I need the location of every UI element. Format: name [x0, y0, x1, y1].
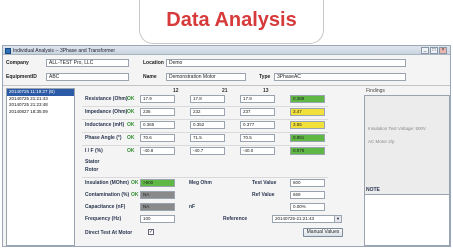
manual-values-button[interactable]: Manual Values — [303, 228, 343, 237]
findings-box: Insulation Test Voltage: 500V AC Motor 2… — [364, 95, 450, 195]
column-header-13: 13 — [263, 88, 269, 94]
inductance-label: Inductance (mH) — [85, 122, 125, 128]
meg-ohm-label: Meg Ohm — [189, 180, 212, 186]
phase-angle-21[interactable]: 71.5 — [190, 134, 225, 142]
finding-item: AC Motor 2/p — [368, 139, 395, 144]
contamination-label: Contamination (%) — [85, 192, 130, 198]
phase-angle-diff: 0.951 — [290, 134, 325, 142]
frequency-field[interactable]: 100 — [140, 215, 175, 223]
list-item[interactable]: 20140827 18:35:09 — [7, 109, 74, 116]
stator-label: Stator — [85, 159, 100, 165]
reference-dropdown[interactable]: 20140725-21:21:43 ▼ — [272, 215, 342, 223]
chevron-down-icon[interactable]: ▼ — [334, 216, 341, 222]
percent-field: 0.00% — [290, 203, 325, 211]
i-f-21[interactable]: -40.7 — [190, 147, 225, 155]
resistance-12[interactable]: 17.9 — [140, 95, 175, 103]
location-field[interactable]: Demo — [166, 59, 406, 67]
phase-angle-13[interactable]: 70.5 — [240, 134, 275, 142]
phase-angle-label: Phase Angle (°) — [85, 135, 122, 141]
type-field[interactable]: 3PhaseAC — [274, 73, 406, 81]
ref-value-label: Ref Value — [252, 192, 275, 198]
capacitance-value: NA — [140, 203, 175, 211]
divider — [82, 132, 328, 133]
inductance-diff: 3.55 — [290, 121, 325, 129]
app-icon — [5, 47, 11, 54]
findings-title: Findings — [366, 88, 385, 94]
inductance-12[interactable]: 0.365 — [140, 121, 175, 129]
test-value-label: Test Value — [252, 180, 277, 186]
insulation-value: >500 — [140, 179, 175, 187]
resistance-label: Resistance (Ohm) — [85, 96, 128, 102]
phase-angle-12[interactable]: 70.6 — [140, 134, 175, 142]
test-value-field[interactable]: 600 — [290, 179, 325, 187]
equipment-header: Company ALL-TEST Pro, LLC Location Demo … — [3, 56, 450, 86]
divider — [82, 106, 328, 107]
i-f-ok: OK — [127, 148, 135, 154]
reference-value: 20140725-21:21:43 — [275, 216, 315, 221]
reference-label: Reference — [223, 216, 248, 222]
direct-test-label: Direct Test At Motor — [85, 230, 133, 236]
resistance-13[interactable]: 17.9 — [240, 95, 275, 103]
divider — [82, 177, 328, 178]
type-label: Type — [259, 74, 271, 80]
name-field[interactable]: Demonstration Motor — [166, 73, 246, 81]
impedance-label: Impedance (Ohm) — [85, 109, 128, 115]
nf-label: nF — [189, 204, 196, 210]
window-title: Individual Analysis -- 3Phase and Transf… — [13, 47, 115, 54]
column-header-12: 12 — [173, 88, 179, 94]
right-pane: Findings Insulation Test Voltage: 500V A… — [364, 88, 450, 246]
resistance-diff: 0.389 — [290, 95, 325, 103]
frequency-label: Frequency (Hz) — [85, 216, 122, 222]
contamination-value: NA — [140, 191, 175, 199]
impedance-12[interactable]: 236 — [140, 108, 175, 116]
direct-test-checkbox[interactable]: ✓ — [148, 229, 154, 235]
capacitance-label: Capacitance (nF) — [85, 204, 126, 210]
i-f-13[interactable]: -40.0 — [240, 147, 275, 155]
ref-value-field[interactable]: 669 — [290, 191, 325, 199]
rotor-label: Rotor — [85, 167, 99, 173]
column-header-21: 21 — [222, 88, 228, 94]
measurement-panel: 12 21 13 Resistance (Ohm) OK 17.9 17.8 1… — [77, 88, 361, 246]
divider — [82, 119, 328, 120]
phase-angle-ok: OK — [127, 135, 135, 141]
test-date-list[interactable]: 20140725 11:19:27 (B) 20140725 21:21:43 … — [6, 88, 75, 246]
note-textarea[interactable] — [364, 194, 450, 246]
resistance-21[interactable]: 17.8 — [190, 95, 225, 103]
impedance-ok: OK — [127, 109, 135, 115]
i-f-12[interactable]: -40.8 — [140, 147, 175, 155]
impedance-21[interactable]: 232 — [190, 108, 225, 116]
title-bar: Individual Analysis -- 3Phase and Transf… — [3, 46, 450, 55]
impedance-13[interactable]: 237 — [240, 108, 275, 116]
i-f-label: I / F (%) — [85, 148, 103, 154]
insulation-ok: OK — [131, 180, 139, 186]
company-label: Company — [6, 60, 29, 66]
inductance-ok: OK — [127, 122, 135, 128]
inductance-13[interactable]: 0.377 — [240, 121, 275, 129]
banner-title: Data Analysis — [166, 9, 297, 31]
name-label: Name — [143, 74, 157, 80]
app-window: Individual Analysis -- 3Phase and Transf… — [2, 45, 451, 247]
inductance-21[interactable]: 0.352 — [190, 121, 225, 129]
company-field[interactable]: ALL-TEST Pro, LLC — [46, 59, 129, 67]
close-button[interactable]: × — [439, 47, 447, 54]
maximize-button[interactable]: □ — [430, 47, 438, 54]
i-f-diff: 0.978 — [290, 147, 325, 155]
divider — [82, 145, 328, 146]
location-label: Location — [143, 60, 164, 66]
resistance-ok: OK — [127, 96, 135, 102]
minimize-button[interactable]: _ — [421, 47, 429, 54]
note-title: NOTE — [366, 187, 380, 193]
equipment-id-label: EquipmentID — [6, 74, 37, 80]
finding-item: Insulation Test Voltage: 500V — [368, 126, 426, 131]
insulation-label: Insulation (MOhm) — [85, 180, 129, 186]
impedance-diff: 3.47 — [290, 108, 325, 116]
contamination-ok: OK — [131, 192, 139, 198]
banner: Data Analysis — [139, 0, 324, 44]
equipment-id-field[interactable]: ABC — [46, 73, 129, 81]
